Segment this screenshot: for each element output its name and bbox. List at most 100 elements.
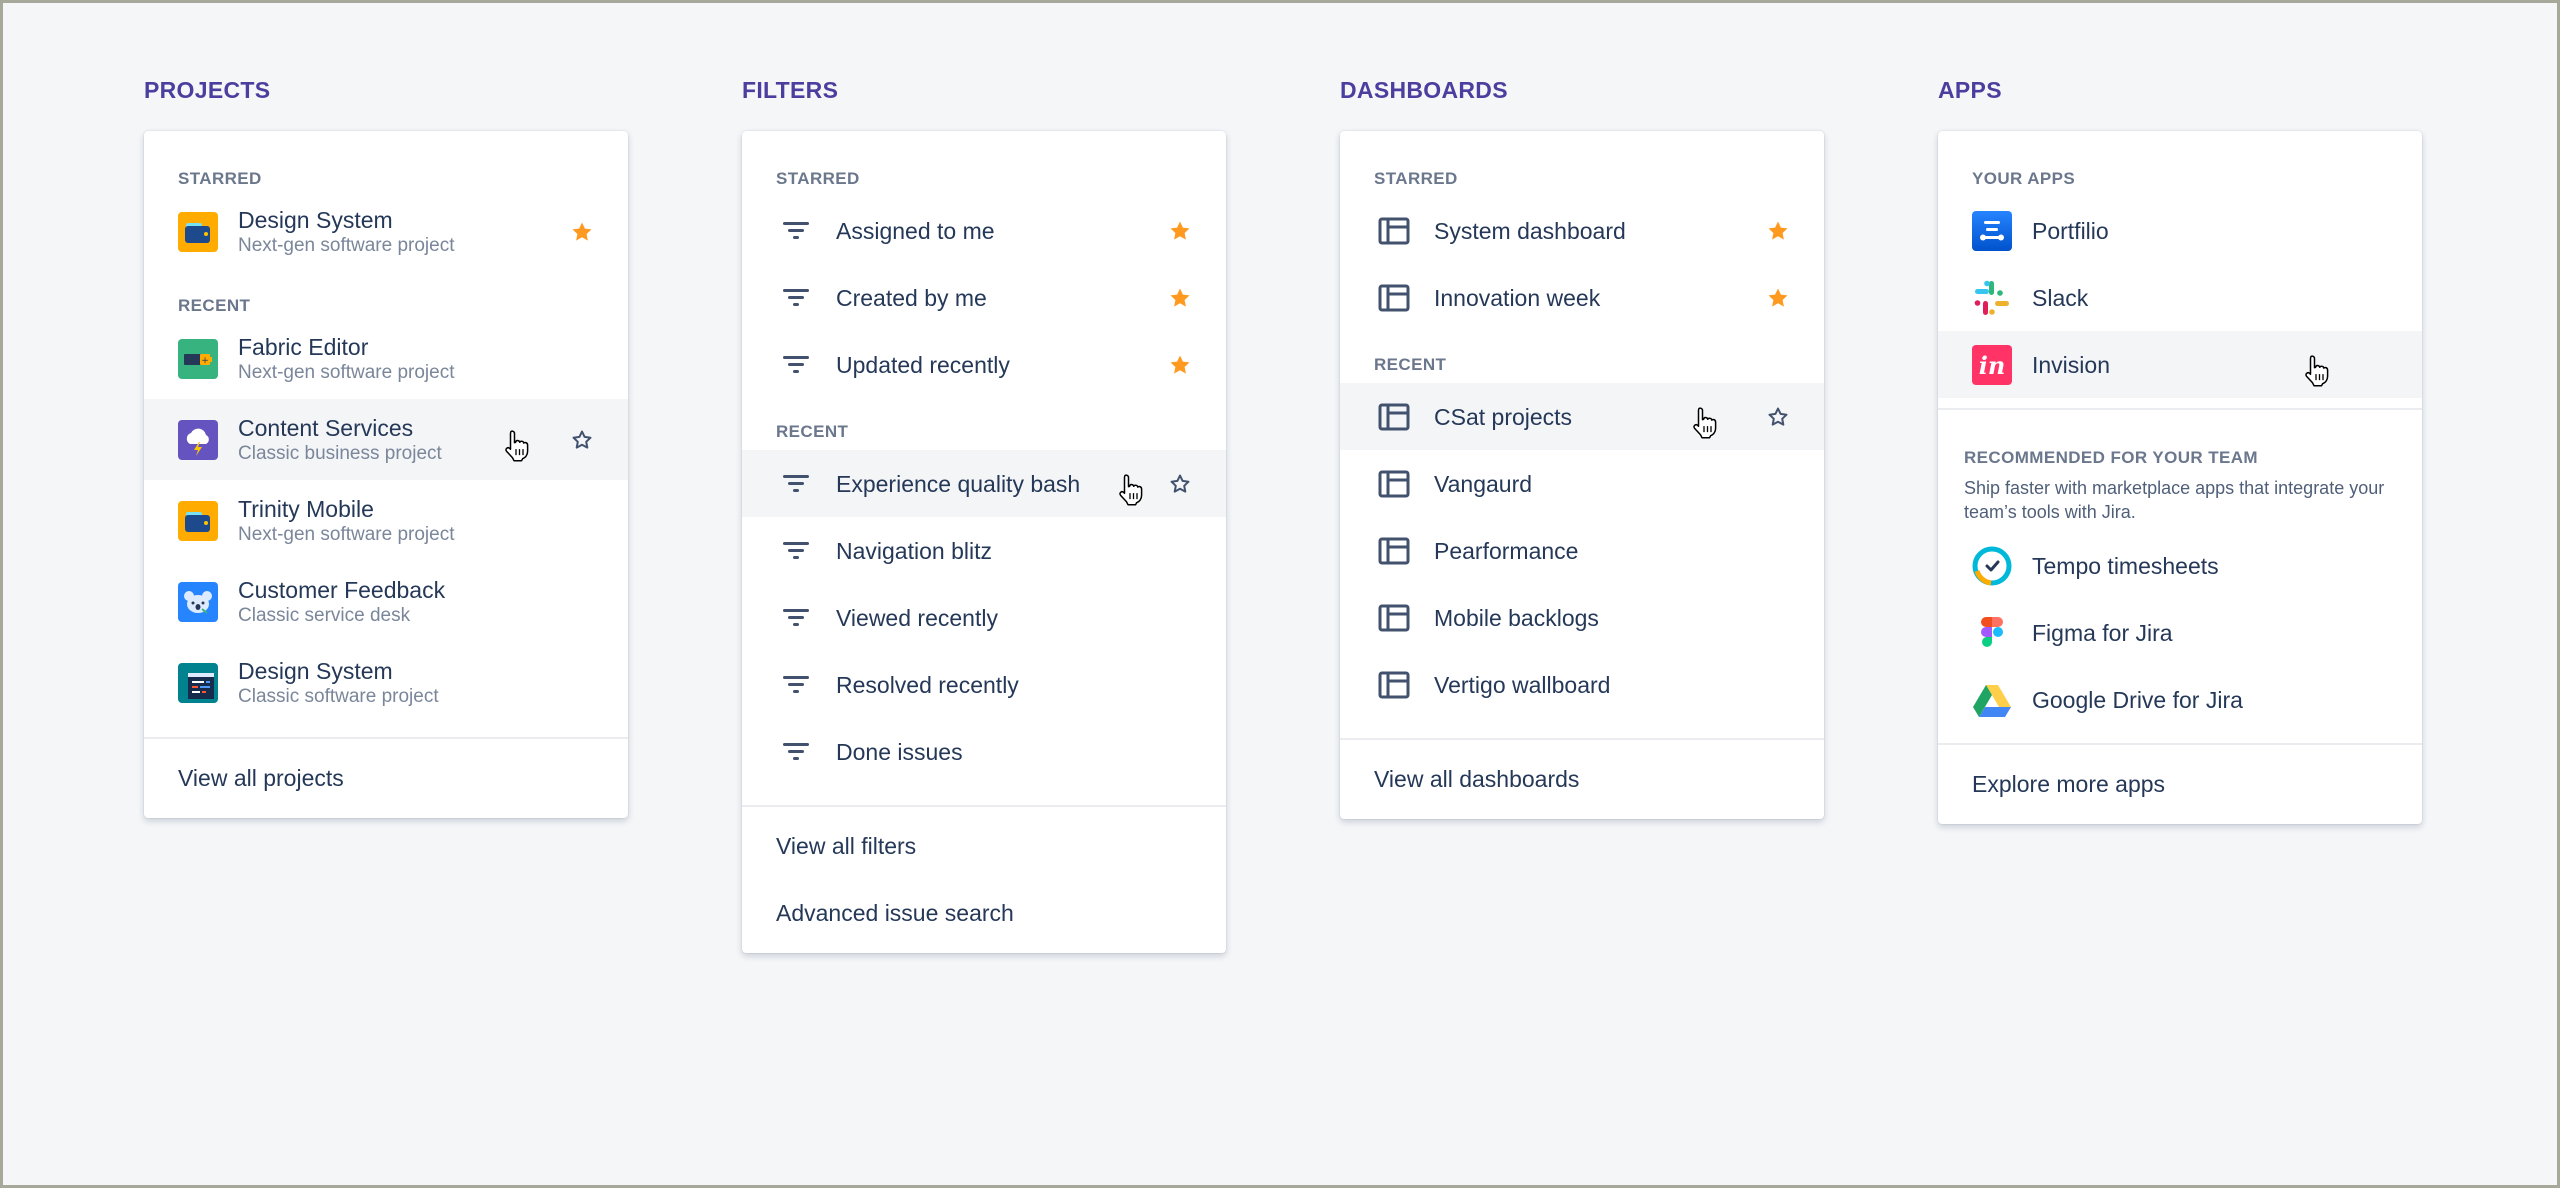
filters-starred-label: STARRED (776, 169, 860, 188)
dashboard-icon (1377, 601, 1411, 635)
filter-item[interactable]: Created by me (742, 264, 1226, 331)
project-item[interactable]: Content Services Classic business projec… (144, 399, 628, 480)
dashboards-recent-label: RECENT (1374, 355, 1447, 374)
app-name: Figma for Jira (2032, 619, 2173, 646)
project-type: Next-gen software project (238, 361, 455, 383)
battery-green-icon: + (178, 338, 218, 379)
dashboard-icon (1377, 281, 1411, 315)
dashboard-item[interactable]: Mobile backlogs (1340, 584, 1824, 651)
project-name: Content Services (238, 414, 414, 441)
invision-icon: in (1972, 344, 2012, 385)
advanced-issue-search-link[interactable]: Advanced issue search (742, 880, 1226, 947)
projects-title: PROJECTS (144, 77, 271, 103)
project-type: Classic service desk (238, 604, 411, 626)
filter-icon (779, 214, 813, 248)
filter-name: Created by me (836, 284, 987, 311)
recommended-app-item[interactable]: Figma for Jira (1938, 599, 2422, 666)
project-item[interactable]: Customer Feedback Classic service desk (144, 561, 628, 642)
dashboard-icon (1377, 467, 1411, 501)
filter-icon (779, 534, 813, 568)
cloud-lightning-purple-icon (178, 419, 218, 460)
filter-icon (779, 601, 813, 635)
app-name: Portfilio (2032, 217, 2109, 244)
dashboard-item[interactable]: System dashboard (1340, 197, 1824, 264)
filter-name: Assigned to me (836, 217, 995, 244)
dashboard-item[interactable]: CSat projects (1340, 383, 1824, 450)
star-filled-icon[interactable] (1766, 219, 1790, 243)
filter-icon (779, 348, 813, 382)
project-name: Design System (238, 657, 393, 684)
star-outline-icon[interactable] (570, 428, 594, 452)
google-drive-icon (1972, 680, 2012, 720)
app-item[interactable]: Slack (1938, 264, 2422, 331)
project-item[interactable]: Design System Classic software project (144, 642, 628, 723)
app-name: Tempo timesheets (2032, 552, 2219, 579)
filter-item[interactable]: Viewed recently (742, 584, 1226, 651)
star-filled-icon[interactable] (1766, 286, 1790, 310)
recommended-app-item[interactable]: Tempo timesheets (1938, 532, 2422, 599)
view-all-projects-link[interactable]: View all projects (144, 745, 628, 812)
star-filled-icon[interactable] (1168, 286, 1192, 310)
star-filled-icon[interactable] (1168, 353, 1192, 377)
filter-item[interactable]: Done issues (742, 718, 1226, 785)
filter-item[interactable]: Updated recently (742, 331, 1226, 398)
star-filled-icon[interactable] (570, 220, 594, 244)
dashboards-title: DASHBOARDS (1340, 77, 1508, 103)
filter-item[interactable]: Resolved recently (742, 651, 1226, 718)
filter-item[interactable]: Navigation blitz (742, 517, 1226, 584)
dashboard-icon (1377, 534, 1411, 568)
filter-name: Updated recently (836, 351, 1010, 378)
recommended-app-item[interactable]: Google Drive for Jira (1938, 666, 2422, 733)
star-filled-icon[interactable] (1168, 219, 1192, 243)
apps-card: YOUR APPS Portfilio Slack in Invision RE… (1938, 131, 2422, 824)
filter-name: Navigation blitz (836, 537, 992, 564)
filter-icon (779, 668, 813, 702)
star-outline-icon[interactable] (1766, 405, 1790, 429)
dashboard-name: Vangaurd (1434, 470, 1533, 497)
dashboard-item[interactable]: Pearformance (1340, 517, 1824, 584)
explore-more-apps-link[interactable]: Explore more apps (1938, 751, 2422, 818)
projects-starred-label: STARRED (178, 169, 262, 188)
recommended-label: RECOMMENDED FOR YOUR TEAM (1964, 448, 2258, 467)
code-window-teal-icon (178, 662, 218, 703)
dashboard-name: CSat projects (1434, 403, 1573, 430)
view-all-filters-link[interactable]: View all filters (742, 813, 1226, 880)
dashboard-item[interactable]: Innovation week (1340, 264, 1824, 331)
project-item[interactable]: Trinity Mobile Next-gen software project (144, 480, 628, 561)
project-item[interactable]: Design System Next-gen software project (144, 191, 628, 272)
star-outline-icon[interactable] (1168, 472, 1192, 496)
hand-cursor-icon (502, 428, 532, 462)
hand-cursor-icon (1690, 405, 1720, 439)
koala-blue-icon (178, 581, 218, 622)
app-item[interactable]: in Invision (1938, 331, 2422, 398)
dashboard-icon (1377, 214, 1411, 248)
filter-icon (779, 735, 813, 769)
dashboard-icon (1377, 668, 1411, 702)
projects-card: STARRED Design System Next-gen software … (144, 131, 628, 818)
project-item[interactable]: + Fabric Editor Next-gen software projec… (144, 318, 628, 399)
app-name: Google Drive for Jira (2032, 686, 2243, 713)
filter-item[interactable]: Experience quality bash (742, 450, 1226, 517)
dashboard-item[interactable]: Vangaurd (1340, 450, 1824, 517)
view-all-dashboards-link[interactable]: View all dashboards (1340, 746, 1824, 813)
project-type: Next-gen software project (238, 523, 455, 545)
apps-title: APPS (1938, 77, 2002, 103)
hand-cursor-icon (1116, 472, 1146, 506)
filter-item[interactable]: Assigned to me (742, 197, 1226, 264)
app-name: Slack (2032, 284, 2089, 311)
app-item[interactable]: Portfilio (1938, 197, 2422, 264)
recommended-description: Ship faster with marketplace apps that i… (1964, 478, 2385, 522)
wallet-orange-icon (178, 211, 218, 252)
dashboard-name: Vertigo wallboard (1434, 671, 1611, 698)
tempo-icon (1972, 546, 2012, 586)
project-name: Design System (238, 206, 393, 233)
dashboard-item[interactable]: Vertigo wallboard (1340, 651, 1824, 718)
filters-recent-label: RECENT (776, 422, 849, 441)
app-name: Invision (2032, 351, 2110, 378)
filter-name: Viewed recently (836, 604, 998, 631)
filter-icon (779, 281, 813, 315)
svg-text:in: in (1979, 351, 2006, 380)
project-name: Customer Feedback (238, 576, 446, 603)
your-apps-label: YOUR APPS (1972, 169, 2076, 188)
projects-recent-label: RECENT (178, 296, 251, 315)
